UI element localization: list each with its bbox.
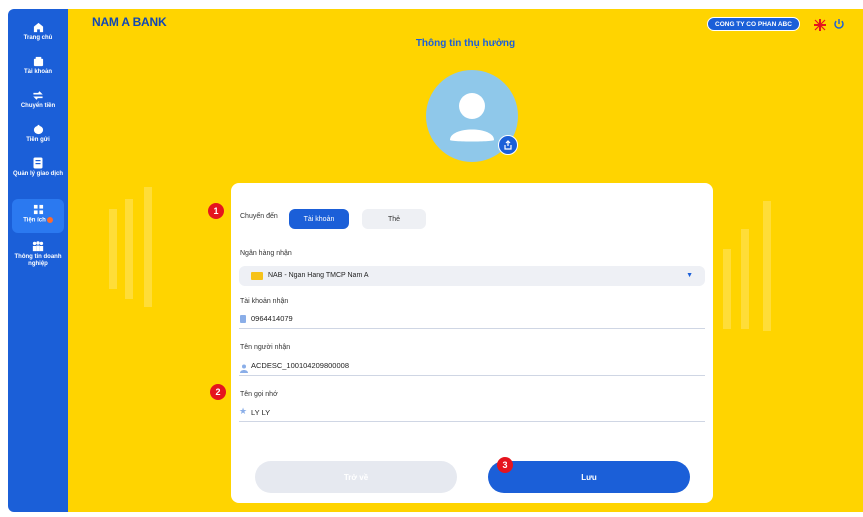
divider	[239, 328, 705, 329]
step-marker: 1	[208, 203, 224, 219]
sidebar-item-label: Quản lý giao dịch	[12, 171, 63, 177]
decor-bar	[763, 201, 771, 331]
nickname-value[interactable]: LY LY	[251, 408, 270, 417]
sidebar-item-label: Thông tin doanh nghiệp	[14, 254, 62, 267]
home-icon	[32, 21, 44, 33]
utilities-icon	[32, 203, 44, 215]
beneficiary-form: Chuyển đến Tài khoản Thẻ Ngân hàng nhận …	[231, 183, 713, 503]
main-content: NAM A BANK CONG TY CO PHAN ABC Thông tin…	[68, 9, 863, 512]
account-label: Tài khoản nhận	[240, 298, 289, 305]
sidebar: Trang chủ Tài khoản Chuyển tiền Tiền gửi…	[8, 9, 68, 512]
sidebar-item-transfer[interactable]: Chuyển tiền	[8, 89, 68, 125]
upload-avatar-button[interactable]	[498, 135, 518, 155]
bank-logo: NAM A BANK	[92, 15, 167, 29]
decor-bar	[741, 229, 749, 329]
decor-bar	[723, 249, 731, 329]
step-marker: 2	[210, 384, 226, 400]
transfer-to-label: Chuyển đến	[240, 213, 278, 220]
sidebar-item-accounts[interactable]: Tài khoản	[8, 55, 68, 91]
sidebar-item-transactions[interactable]: Quản lý giao dịch	[8, 157, 68, 193]
account-value[interactable]: 0964414079	[251, 314, 293, 323]
card-icon	[240, 315, 246, 323]
bank-logo-icon	[251, 272, 263, 280]
sidebar-item-utilities[interactable]: Tiện ích	[12, 199, 64, 233]
decor-bar	[144, 187, 152, 307]
decor-bar	[109, 209, 117, 289]
back-button[interactable]: Trở về	[255, 461, 457, 493]
bank-value: NAB - Ngan Hang TMCP Nam A	[268, 272, 369, 279]
sidebar-item-home[interactable]: Trang chủ	[8, 21, 68, 57]
sidebar-item-label: Chuyển tiền	[20, 103, 56, 109]
page-title: Thông tin thụ hưởng	[415, 38, 516, 49]
chevron-down-icon: ▼	[686, 272, 693, 279]
divider	[239, 421, 705, 422]
sidebar-item-deposits[interactable]: Tiền gửi	[8, 123, 68, 159]
step-marker: 3	[497, 457, 513, 473]
bank-label: Ngân hàng nhận	[240, 250, 292, 257]
save-button[interactable]: Lưu	[488, 461, 690, 493]
star-icon: ★	[239, 406, 248, 416]
sidebar-item-label: Tài khoản	[23, 69, 52, 75]
receiver-label: Tên người nhận	[240, 344, 291, 351]
sidebar-item-label: Trang chủ	[23, 35, 53, 41]
app-frame: Trang chủ Tài khoản Chuyển tiền Tiền gửi…	[0, 0, 863, 517]
sidebar-item-business-info[interactable]: Thông tin doanh nghiệp	[8, 240, 68, 276]
company-badge[interactable]: CONG TY CO PHAN ABC	[707, 17, 800, 31]
share-icon	[504, 140, 512, 150]
transactions-icon	[32, 157, 44, 169]
power-icon[interactable]	[833, 17, 845, 29]
sidebar-item-label: Tiền gửi	[26, 137, 50, 143]
uk-flag-icon[interactable]	[814, 18, 826, 31]
transfer-icon	[32, 89, 44, 101]
decor-bar	[125, 199, 133, 299]
sidebar-item-label: Tiện ích	[23, 217, 46, 224]
tab-card[interactable]: Thẻ	[362, 209, 426, 229]
divider	[239, 375, 705, 376]
savings-icon	[32, 123, 44, 135]
receiver-value[interactable]: ACDESC_100104209800008	[251, 361, 349, 370]
business-icon	[32, 240, 44, 252]
bank-select[interactable]: NAB - Ngan Hang TMCP Nam A ▼	[239, 266, 705, 286]
tab-account[interactable]: Tài khoản	[289, 209, 349, 229]
wallet-icon	[32, 55, 44, 67]
nickname-label: Tên gọi nhớ	[240, 391, 278, 398]
new-badge	[46, 217, 53, 223]
